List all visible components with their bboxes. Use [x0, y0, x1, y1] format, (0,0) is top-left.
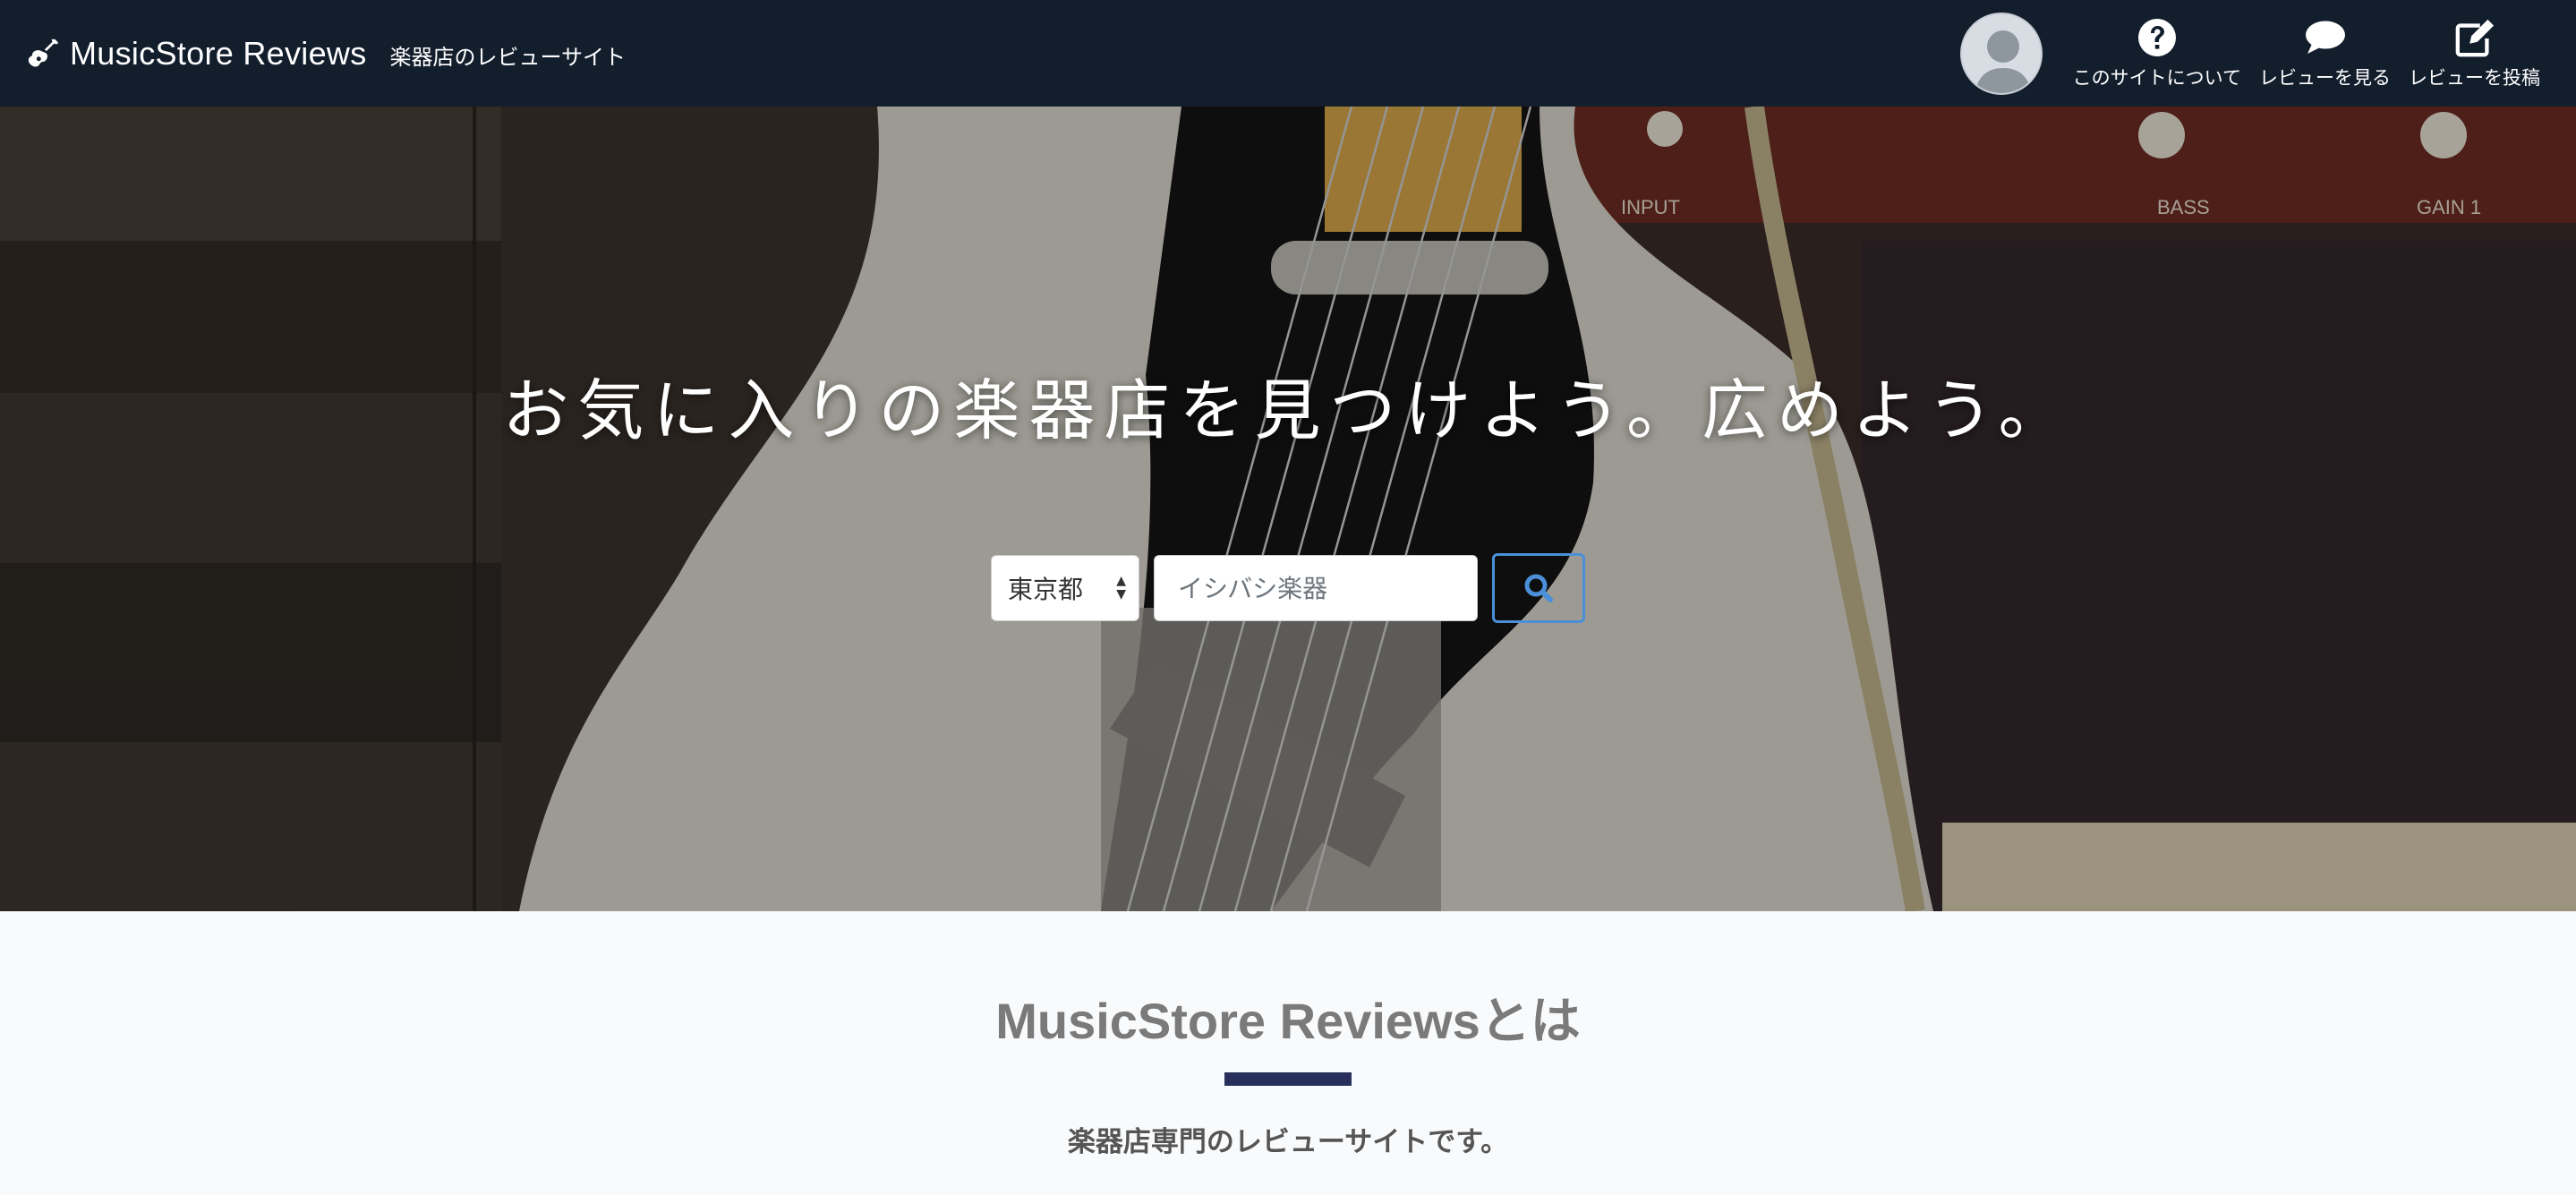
hero-overlay: [0, 107, 2576, 911]
hero-heading: お気に入りの楽器店を見つけよう。広めよう。: [502, 372, 2074, 449]
user-silhouette-icon: [1961, 13, 2041, 93]
nav-label-post-review: レビューを投稿: [2409, 66, 2540, 89]
about-title: MusicStore Reviewsとは: [995, 993, 1581, 1049]
nav-item-about[interactable]: このサイトについて: [2073, 17, 2241, 90]
nav-menu: このサイトについて レビューを見る レビューを投稿: [1959, 0, 2540, 107]
nav-label-about: このサイトについて: [2072, 66, 2241, 89]
navbar: MusicStore Reviews 楽器店のレビューサイト このサイトについて: [0, 0, 2576, 107]
hero-section: INPUT BASS GAIN 1 お気に入りの楽器店を見つけよう。広めよう。: [0, 107, 2576, 911]
search-icon: [1524, 574, 1553, 602]
select-arrows-icon: ▲ ▼: [1116, 574, 1126, 602]
about-section: MusicStore Reviewsとは 楽器店専門のレビューサイトです。: [0, 911, 2576, 1195]
search-form: 東京都 ▲ ▼: [991, 553, 1585, 623]
guitar-icon: [28, 38, 59, 66]
user-avatar[interactable]: [1959, 12, 2043, 95]
brand-title: MusicStore Reviews: [70, 34, 367, 72]
nav-label-view-reviews: レビューを見る: [2259, 66, 2391, 89]
question-circle-icon: [2137, 17, 2178, 58]
search-button[interactable]: [1492, 553, 1585, 623]
nav-item-view-reviews[interactable]: レビューを見る: [2259, 17, 2391, 90]
store-search-input[interactable]: [1154, 555, 1478, 621]
edit-icon: [2454, 17, 2495, 58]
about-subtitle: 楽器店専門のレビューサイトです。: [1067, 1126, 1509, 1158]
brand-link[interactable]: MusicStore Reviews 楽器店のレビューサイト: [27, 35, 626, 73]
nav-item-post-review[interactable]: レビューを投稿: [2409, 17, 2540, 90]
prefecture-selected-value: 東京都: [1008, 575, 1084, 604]
prefecture-select[interactable]: 東京都 ▲ ▼: [991, 555, 1139, 621]
comment-icon: [2305, 17, 2346, 58]
brand-main: MusicStore Reviews: [27, 35, 367, 73]
brand-subtitle: 楽器店のレビューサイト: [389, 44, 627, 70]
about-divider: [1224, 1072, 1352, 1086]
